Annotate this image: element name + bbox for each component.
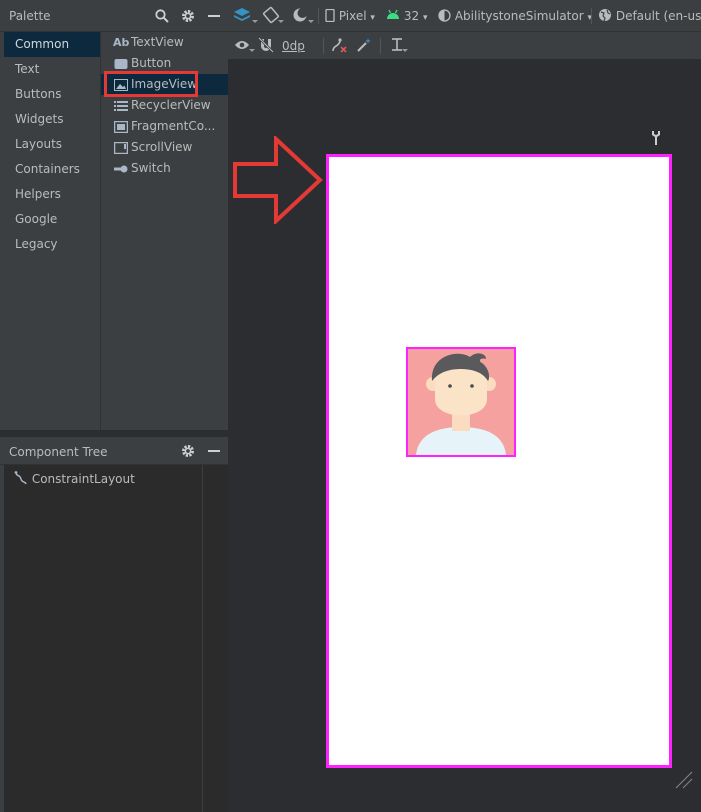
palette-item-label: Switch: [131, 161, 171, 175]
category-widgets[interactable]: Widgets: [4, 107, 100, 132]
category-legacy[interactable]: Legacy: [4, 232, 100, 257]
component-tree-header: Component Tree: [0, 437, 228, 465]
minimize-icon[interactable]: [208, 15, 220, 17]
avatar-illustration: [408, 349, 514, 455]
palette-item-label: RecyclerView: [131, 98, 211, 112]
globe-icon: [599, 9, 611, 22]
baseline-icon[interactable]: [390, 32, 404, 60]
component-tree-gutter: [202, 465, 228, 812]
theme-icon: [438, 9, 451, 22]
chevron-down-icon: ▾: [370, 13, 375, 23]
tree-item-label: ConstraintLayout: [31, 472, 135, 486]
category-google[interactable]: Google: [4, 207, 100, 232]
chevron-down-icon: [252, 20, 258, 23]
wrench-icon[interactable]: [650, 130, 662, 150]
category-helpers[interactable]: Helpers: [4, 182, 100, 207]
palette-category-list: Common Text Buttons Widgets Layouts Cont…: [4, 32, 100, 430]
minimize-icon[interactable]: [208, 450, 220, 452]
magnet-off-icon[interactable]: [258, 32, 274, 60]
orientation-icon[interactable]: [262, 0, 280, 32]
default-margin-button[interactable]: 0dp: [282, 32, 305, 60]
theme-selector[interactable]: AbilitystoneSimulator ▾: [438, 0, 592, 32]
locale-label: Default (en-us): [615, 9, 701, 23]
palette-item-label: TextView: [131, 35, 184, 49]
phone-icon: [325, 8, 335, 23]
layers-icon[interactable]: [233, 0, 251, 32]
panel-divider[interactable]: [0, 430, 228, 437]
palette-title: Palette: [9, 9, 51, 23]
constraint-layout-icon: [14, 471, 28, 486]
api-label: 32: [403, 9, 420, 23]
toolbar-separator: [323, 38, 324, 54]
toolbar-separator: [380, 38, 381, 54]
design-toolbar: Pixel ▾ 32 ▾ AbilitystoneSimulator ▾ Def…: [228, 0, 701, 32]
search-icon[interactable]: [155, 9, 169, 26]
imageview-widget[interactable]: [406, 347, 516, 457]
category-buttons[interactable]: Buttons: [4, 82, 100, 107]
palette-item-label: ScrollView: [131, 140, 193, 154]
night-mode-icon[interactable]: [292, 0, 308, 32]
palette-item-scrollview[interactable]: ScrollView: [101, 137, 228, 158]
arrow-annotation: [233, 136, 323, 224]
imageview-highlight-box: [104, 71, 198, 97]
palette-panel: Palette Common Text Buttons Widgets Layo…: [0, 0, 228, 430]
locale-selector[interactable]: Default (en-us): [598, 0, 701, 32]
chevron-down-icon: ▾: [422, 13, 428, 23]
clear-constraints-icon[interactable]: [331, 32, 347, 60]
design-toolbar-secondary: 0dp: [228, 32, 701, 60]
palette-item-recyclerview[interactable]: RecyclerView: [101, 95, 228, 116]
palette-item-label: FragmentCo...: [131, 119, 216, 133]
palette-item-fragmentcontainer[interactable]: FragmentCo...: [101, 116, 228, 137]
category-text[interactable]: Text: [4, 57, 100, 82]
textview-icon: Ab: [113, 36, 130, 49]
api-selector[interactable]: 32 ▾: [386, 0, 427, 32]
component-tree-panel: Component Tree ConstraintLayout: [0, 437, 228, 812]
resize-grip-icon[interactable]: [672, 768, 696, 792]
component-tree-title: Component Tree: [9, 445, 108, 459]
android-icon: [387, 9, 399, 19]
chevron-down-icon: [308, 20, 314, 23]
tree-item-constraintlayout[interactable]: ConstraintLayout: [14, 471, 135, 486]
chevron-down-icon: [278, 20, 284, 23]
device-preview-frame[interactable]: [326, 154, 672, 768]
chevron-down-icon: [402, 49, 408, 52]
category-containers[interactable]: Containers: [4, 157, 100, 182]
palette-item-switch[interactable]: Switch: [101, 158, 228, 179]
gear-icon[interactable]: [181, 444, 195, 461]
theme-label: AbilitystoneSimulator: [454, 9, 584, 23]
device-selector[interactable]: Pixel ▾: [325, 0, 375, 32]
magic-wand-icon[interactable]: [356, 32, 372, 60]
gear-icon[interactable]: [181, 9, 195, 26]
category-layouts[interactable]: Layouts: [4, 132, 100, 157]
component-tree-body: ConstraintLayout: [4, 465, 202, 812]
toolbar-separator: [318, 8, 319, 24]
palette-item-textview[interactable]: Ab TextView: [101, 32, 228, 53]
switch-icon: [113, 158, 129, 182]
toolbar-separator: [591, 8, 592, 24]
palette-header: Palette: [0, 0, 228, 32]
chevron-down-icon: [249, 49, 255, 52]
category-common[interactable]: Common: [4, 32, 100, 57]
device-label: Pixel: [338, 9, 367, 23]
eye-icon[interactable]: [234, 32, 250, 60]
